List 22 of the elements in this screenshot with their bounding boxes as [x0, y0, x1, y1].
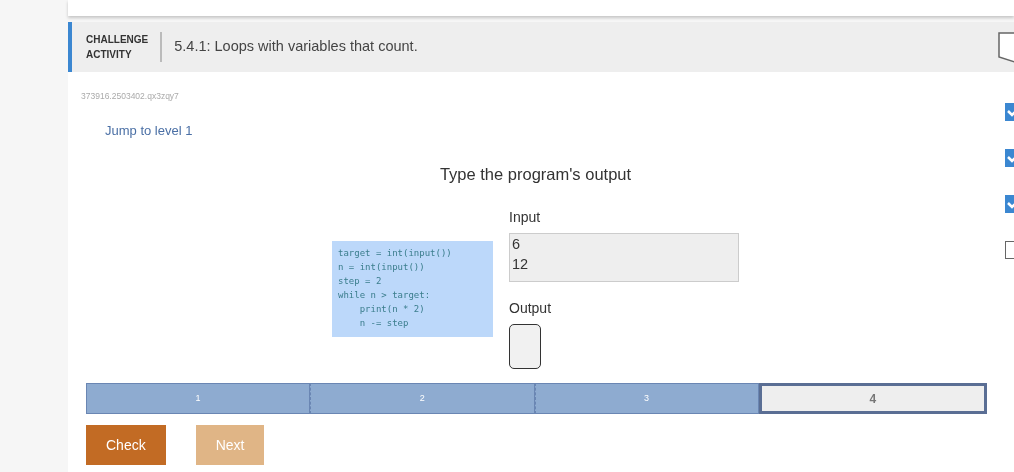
level-segment[interactable]: 3	[534, 383, 759, 414]
code-line: n = int(input())	[338, 261, 426, 274]
bookmark-icon[interactable]	[998, 32, 1014, 64]
activity-id: 373916.2503402.qx3zqy7	[81, 90, 180, 103]
jump-to-level-link[interactable]: Jump to level 1	[105, 122, 193, 138]
output-label: Output	[509, 299, 553, 318]
code-line: step = 2	[338, 275, 383, 288]
level-segment[interactable]: 2	[310, 383, 535, 414]
output-field[interactable]	[509, 324, 541, 369]
prompt-text: Type the program's output	[439, 165, 632, 183]
activity-title: 5.4.1: Loops with variables that count.	[173, 37, 418, 57]
activity-type-label: CHALLENGE	[86, 33, 149, 47]
code-line: n -= step	[358, 317, 410, 330]
input-values: 6 12	[509, 233, 739, 282]
code-line: print(n * 2)	[358, 303, 426, 316]
code-line: target = int(input())	[338, 247, 453, 260]
check-button[interactable]: Check	[86, 425, 166, 465]
level-segment[interactable]: 4	[758, 383, 987, 414]
activity-type-label: ACTIVITY	[86, 48, 133, 62]
input-label: Input	[509, 208, 542, 227]
level-segment[interactable]: 1	[86, 383, 311, 414]
code-line: while n > target:	[338, 289, 432, 302]
